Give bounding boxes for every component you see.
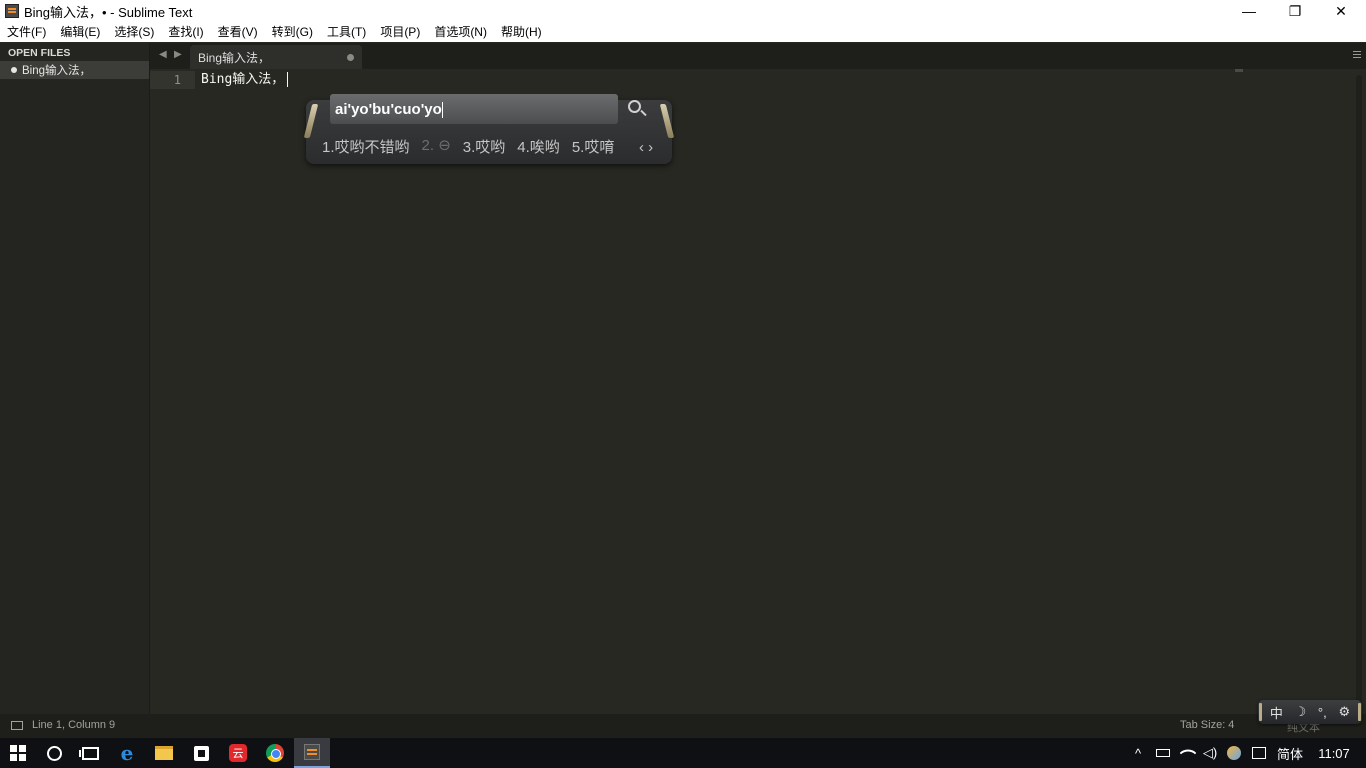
- minimap-viewport[interactable]: [1235, 69, 1243, 72]
- tab-bar: ◀ ▶ Bing输入法，: [150, 43, 1366, 69]
- line-number: 1: [173, 73, 181, 87]
- menu-project[interactable]: 项目(P): [373, 22, 427, 42]
- sidebar-file-label: Bing输入法，: [22, 65, 92, 77]
- store-taskbar-button[interactable]: [183, 738, 219, 768]
- sublime-app-icon: [5, 4, 19, 18]
- edge-taskbar-button[interactable]: e: [109, 738, 145, 768]
- sublime-taskbar-button[interactable]: [294, 738, 330, 768]
- chrome-taskbar-button[interactable]: [257, 738, 293, 768]
- wifi-icon[interactable]: [1179, 738, 1197, 768]
- tab-prev-arrow-icon[interactable]: ◀: [159, 49, 167, 60]
- restore-button[interactable]: ❐: [1272, 0, 1318, 22]
- status-bar: Line 1, Column 9 Tab Size: 4 纯文本: [0, 714, 1366, 738]
- ime-toolbar: 中 ☽ °, ⚙: [1258, 700, 1362, 724]
- system-clock[interactable]: 11:07: [1314, 738, 1354, 768]
- menu-edit[interactable]: 编辑(E): [53, 22, 107, 42]
- menu-help[interactable]: 帮助(H): [494, 22, 549, 42]
- netease-music-icon: 云: [229, 744, 247, 762]
- ime-candidate-1[interactable]: 1.哎哟不错哟: [322, 136, 410, 157]
- edge-browser-icon: e: [120, 741, 134, 765]
- panel-toggle-icon[interactable]: [11, 721, 23, 730]
- ime-candidate-3[interactable]: 3.哎哟: [463, 136, 506, 157]
- menu-bar: 文件(F) 编辑(E) 选择(S) 查找(I) 查看(V) 转到(G) 工具(T…: [0, 22, 1366, 42]
- chrome-icon: [266, 744, 284, 762]
- task-view-button[interactable]: [72, 738, 108, 768]
- volume-icon[interactable]: ◁): [1201, 738, 1219, 768]
- close-button[interactable]: ✕: [1318, 0, 1364, 22]
- tab-active-file[interactable]: Bing输入法，: [190, 45, 362, 69]
- battery-icon[interactable]: [1154, 738, 1172, 768]
- hamburger-menu-icon[interactable]: [1353, 51, 1361, 58]
- ime-cloud-icon: ⊖: [438, 137, 451, 154]
- search-handle-icon: [640, 109, 647, 117]
- text-caret: [287, 72, 289, 87]
- cortana-circle-icon: [46, 745, 62, 761]
- menu-selection[interactable]: 选择(S): [107, 22, 161, 42]
- weather-app-icon[interactable]: [1225, 738, 1243, 768]
- code-line-text: Bing输入法，: [201, 72, 285, 87]
- ime-candidate-popup: ai'yo'bu'cuo'yo 1.哎哟不错哟 2. ⊖ 3.哎哟 4.唉哟 5…: [306, 94, 672, 170]
- ime-halfwidth-moon-icon[interactable]: ☽: [1295, 704, 1307, 720]
- cortana-button[interactable]: [36, 738, 72, 768]
- open-files-header: OPEN FILES: [8, 47, 71, 59]
- netease-music-taskbar-button[interactable]: 云: [220, 738, 256, 768]
- input-language-indicator[interactable]: 简体: [1274, 738, 1306, 768]
- ime-composition-input[interactable]: ai'yo'bu'cuo'yo: [330, 94, 618, 124]
- sidebar: OPEN FILES Bing输入法，: [0, 43, 150, 714]
- task-view-icon: [78, 746, 99, 760]
- ime-candidate-list: 1.哎哟不错哟 2. ⊖ 3.哎哟 4.唉哟 5.哎唷: [322, 136, 626, 157]
- action-center-box: [1252, 747, 1266, 759]
- file-explorer-taskbar-button[interactable]: [146, 738, 182, 768]
- windows-taskbar: e 云 ^ ◁) 简体 11:07: [0, 738, 1366, 768]
- sidebar-file-item[interactable]: Bing输入法，: [0, 61, 149, 79]
- battery-body: [1156, 749, 1170, 757]
- minimize-button[interactable]: —: [1226, 0, 1272, 22]
- tab-label: Bing输入法，: [198, 50, 271, 65]
- menu-tools[interactable]: 工具(T): [320, 22, 373, 42]
- gutter-line-highlight: 1: [150, 71, 195, 89]
- windows-logo-icon: [10, 745, 26, 761]
- menu-file[interactable]: 文件(F): [0, 22, 53, 42]
- search-lens-icon: [628, 100, 641, 113]
- menu-goto[interactable]: 转到(G): [265, 22, 320, 42]
- window-title: Bing输入法，• - Sublime Text: [24, 4, 193, 20]
- tray-overflow-chevron-icon[interactable]: ^: [1130, 738, 1146, 768]
- ime-candidate-2[interactable]: 2. ⊖: [422, 136, 451, 157]
- tab-next-arrow-icon[interactable]: ▶: [174, 49, 182, 60]
- title-bar: Bing输入法，• - Sublime Text — ❐ ✕: [0, 0, 1366, 22]
- ime-settings-gear-icon[interactable]: ⚙: [1338, 704, 1350, 720]
- ime-caret: [441, 102, 443, 119]
- start-button[interactable]: [0, 738, 36, 768]
- code-line[interactable]: Bing输入法，: [201, 71, 289, 89]
- menu-find[interactable]: 查找(I): [161, 22, 210, 42]
- tab-unsaved-dot-icon[interactable]: [347, 54, 354, 61]
- store-bag-icon: [193, 745, 209, 761]
- weather-orb: [1227, 746, 1241, 760]
- ime-candidate-2-label: 2.: [421, 137, 435, 154]
- ime-candidate-4[interactable]: 4.唉哟: [517, 136, 560, 157]
- ime-punctuation-icon[interactable]: °,: [1318, 705, 1327, 720]
- folder-icon: [155, 746, 173, 760]
- action-center-icon[interactable]: [1249, 738, 1269, 768]
- sublime-text-icon: [304, 744, 320, 760]
- menu-preferences[interactable]: 首选项(N): [427, 22, 494, 42]
- search-icon[interactable]: [626, 98, 648, 120]
- ime-page-arrows-icon[interactable]: ‹ ›: [639, 139, 653, 156]
- menu-view[interactable]: 查看(V): [211, 22, 265, 42]
- ime-candidate-5[interactable]: 5.哎唷: [572, 136, 615, 157]
- ime-chinese-mode-icon[interactable]: 中: [1270, 703, 1283, 722]
- ime-composition-text: ai'yo'bu'cuo'yo: [335, 101, 442, 118]
- wifi-arc: [1179, 744, 1197, 762]
- tab-size-selector[interactable]: Tab Size: 4: [1180, 719, 1234, 731]
- cursor-position: Line 1, Column 9: [32, 719, 116, 731]
- vertical-scrollbar[interactable]: [1356, 75, 1362, 710]
- unsaved-dot-icon: [11, 67, 17, 73]
